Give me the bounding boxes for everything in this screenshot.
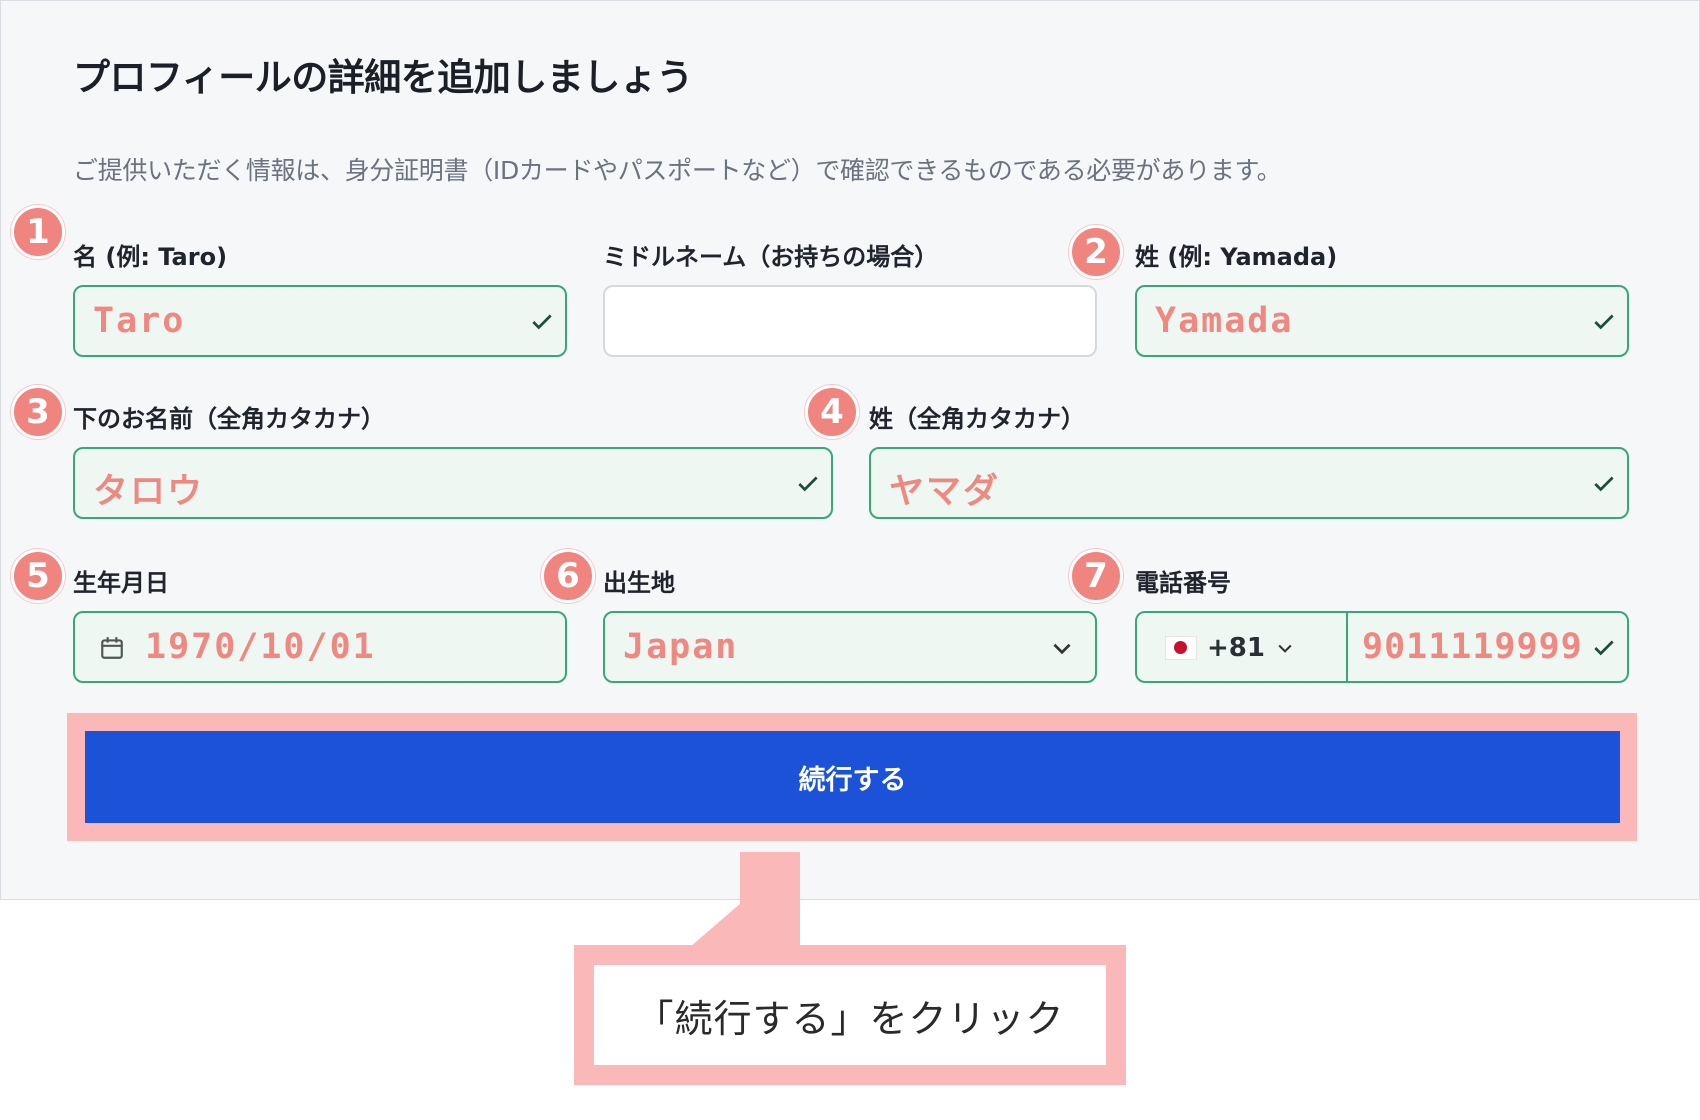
last-name-kana-label: 姓（全角カタカナ） [869, 405, 1085, 433]
step-badge-6: 6 [541, 549, 595, 603]
step-badge-4: 4 [805, 385, 859, 439]
step-badge-1: 1 [11, 205, 65, 259]
japan-flag-icon [1165, 636, 1197, 660]
calendar-icon [101, 637, 123, 659]
birthplace-label: 出生地 [603, 569, 675, 597]
step-badge-7: 7 [1069, 549, 1123, 603]
check-icon [798, 476, 818, 492]
continue-button[interactable]: 続行する [85, 731, 1620, 823]
profile-form-panel: プロフィールの詳細を追加しましょう ご提供いただく情報は、身分証明書（IDカード… [0, 0, 1700, 900]
step-badge-2: 2 [1069, 225, 1123, 279]
last-name-kana-input[interactable]: ヤマダ [869, 447, 1629, 519]
birthplace-value: Japan [623, 627, 739, 667]
check-icon [532, 314, 552, 330]
last-name-label: 姓 (例: Yamada) [1135, 243, 1338, 271]
country-code-value: +81 [1207, 633, 1265, 663]
check-icon [1594, 640, 1614, 656]
last-name-value: Yamada [1155, 301, 1294, 341]
middle-name-input[interactable] [603, 285, 1097, 357]
country-code-select[interactable]: +81 [1135, 611, 1347, 683]
callout-pointer-stem [740, 852, 800, 947]
check-icon [1594, 476, 1614, 492]
birthplace-select[interactable]: Japan [603, 611, 1097, 683]
first-name-value: Taro [93, 301, 186, 341]
phone-label: 電話番号 [1135, 569, 1231, 597]
chevron-down-icon [1053, 643, 1071, 655]
first-name-kana-label: 下のお名前（全角カタカナ） [73, 405, 385, 433]
phone-number-input[interactable]: 9011119999 [1347, 611, 1629, 683]
middle-name-label: ミドルネーム（お持ちの場合） [603, 243, 939, 271]
phone-number-value: 9011119999 [1362, 627, 1583, 667]
page-title: プロフィールの詳細を追加しましょう [73, 56, 693, 99]
callout-box: 「続行する」をクリック [574, 945, 1126, 1085]
first-name-label: 名 (例: Taro) [73, 243, 228, 271]
check-icon [1594, 314, 1614, 330]
page-subtitle: ご提供いただく情報は、身分証明書（IDカードやパスポートなど）で確認できるもので… [73, 156, 1282, 185]
chevron-down-icon [1278, 644, 1292, 653]
birthdate-input[interactable]: 1970/10/01 [73, 611, 567, 683]
last-name-kana-value: ヤマダ [889, 472, 1001, 512]
step-badge-5: 5 [11, 549, 65, 603]
callout-text: 「続行する」をクリック [594, 965, 1106, 1065]
first-name-kana-input[interactable]: タロウ [73, 447, 833, 519]
last-name-input[interactable]: Yamada [1135, 285, 1629, 357]
birthdate-value: 1970/10/01 [145, 627, 376, 667]
birthdate-label: 生年月日 [73, 569, 169, 597]
step-badge-3: 3 [11, 385, 65, 439]
first-name-kana-value: タロウ [93, 472, 205, 512]
first-name-input[interactable]: Taro [73, 285, 567, 357]
